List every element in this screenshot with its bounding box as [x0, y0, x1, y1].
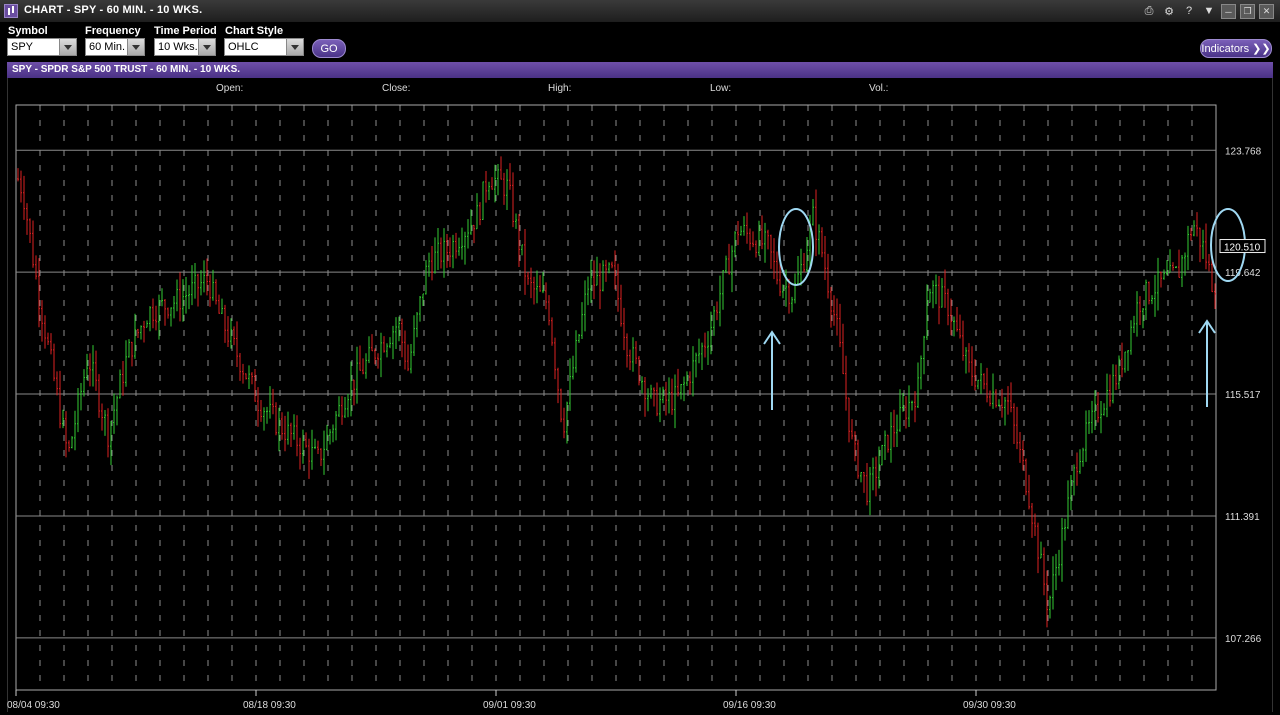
price-chart[interactable]: 123.768 119.642 115.517 111.391 107.266 08/04…: [0, 0, 1280, 715]
x-tick-label: 09/01 09:30: [483, 700, 536, 711]
x-tick-label: 08/04 09:30: [7, 700, 60, 711]
y-tick-label: 111.391: [1225, 512, 1260, 523]
x-tick-label: 08/18 09:30: [243, 700, 296, 711]
x-tick-label: 09/30 09:30: [963, 700, 1016, 711]
y-tick-label: 123.768: [1225, 146, 1262, 157]
y-tick-label: 119.642: [1225, 268, 1261, 279]
annotation-ellipse: [778, 208, 814, 286]
y-tick-label: 115.517: [1225, 390, 1261, 401]
last-price-label: 120.510: [1224, 243, 1261, 254]
y-tick-label: 107.266: [1225, 634, 1262, 645]
x-tick-label: 09/16 09:30: [723, 700, 776, 711]
